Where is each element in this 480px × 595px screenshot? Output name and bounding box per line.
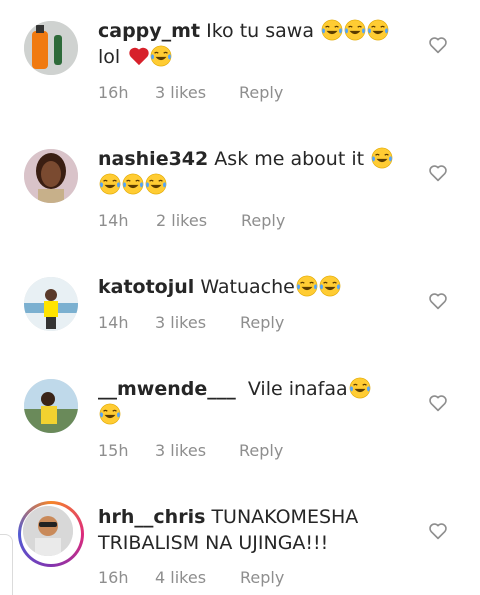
- tears-of-joy-emoji: [296, 275, 318, 297]
- username[interactable]: __mwende___: [98, 378, 236, 400]
- reply-button[interactable]: Reply: [240, 313, 284, 332]
- story-ring[interactable]: [18, 501, 84, 567]
- avatar: [23, 506, 73, 556]
- reply-button[interactable]: Reply: [239, 441, 283, 460]
- reply-button[interactable]: Reply: [240, 568, 284, 587]
- likes-count[interactable]: 2 likes: [156, 211, 207, 230]
- username[interactable]: nashie342: [98, 148, 208, 170]
- username[interactable]: hrh__chris: [98, 506, 205, 528]
- comment-text-line2: lol: [98, 46, 121, 68]
- comment-text: Watuache: [200, 276, 295, 298]
- like-heart-icon[interactable]: [428, 292, 448, 310]
- timestamp: 14h: [98, 313, 129, 332]
- like-heart-icon[interactable]: [428, 522, 448, 540]
- comment-text: Iko tu sawa: [206, 20, 314, 42]
- username[interactable]: cappy_mt: [98, 20, 200, 42]
- avatar[interactable]: [24, 277, 78, 331]
- tears-of-joy-emoji: [344, 19, 366, 41]
- timestamp: 16h: [98, 568, 129, 587]
- timestamp: 14h: [98, 211, 129, 230]
- likes-count[interactable]: 3 likes: [155, 83, 206, 102]
- comment-body: nashie342 Ask me about it: [98, 146, 398, 198]
- likes-count[interactable]: 4 likes: [155, 568, 206, 587]
- tears-of-joy-emoji: [150, 45, 172, 67]
- comment-body: cappy_mt Iko tu sawa lol: [98, 18, 398, 70]
- username[interactable]: katotojul: [98, 276, 194, 298]
- tears-of-joy-emoji: [145, 173, 167, 195]
- avatar[interactable]: [24, 149, 78, 203]
- comment-body: hrh__chris TUNAKOMESHA TRIBALISM NA UJIN…: [98, 504, 398, 556]
- like-heart-icon[interactable]: [428, 394, 448, 412]
- comment-body: __mwende___ Vile inafaa: [98, 376, 398, 428]
- comment-text: Ask me about it: [214, 148, 365, 170]
- timestamp: 16h: [98, 83, 129, 102]
- tears-of-joy-emoji: [122, 173, 144, 195]
- tears-of-joy-emoji: [371, 147, 393, 169]
- comment-text: Vile inafaa: [247, 378, 348, 400]
- comment-body: katotojul Watuache: [98, 274, 398, 300]
- comment-text-line2: TRIBALISM NA UJINGA!!!: [98, 532, 329, 554]
- avatar[interactable]: [24, 379, 78, 433]
- like-heart-icon[interactable]: [428, 164, 448, 182]
- reply-button[interactable]: Reply: [241, 211, 285, 230]
- tears-of-joy-emoji: [99, 173, 121, 195]
- red-heart-emoji: [128, 46, 150, 66]
- tears-of-joy-emoji: [319, 275, 341, 297]
- avatar[interactable]: [24, 21, 78, 75]
- reply-button[interactable]: Reply: [239, 83, 283, 102]
- timestamp: 15h: [98, 441, 129, 460]
- likes-count[interactable]: 3 likes: [155, 441, 206, 460]
- likes-count[interactable]: 3 likes: [155, 313, 206, 332]
- panel-edge: [0, 534, 13, 595]
- tears-of-joy-emoji: [99, 403, 121, 425]
- tears-of-joy-emoji: [321, 19, 343, 41]
- tears-of-joy-emoji: [349, 377, 371, 399]
- comment-text: TUNAKOMESHA: [211, 506, 359, 528]
- like-heart-icon[interactable]: [428, 36, 448, 54]
- tears-of-joy-emoji: [367, 19, 389, 41]
